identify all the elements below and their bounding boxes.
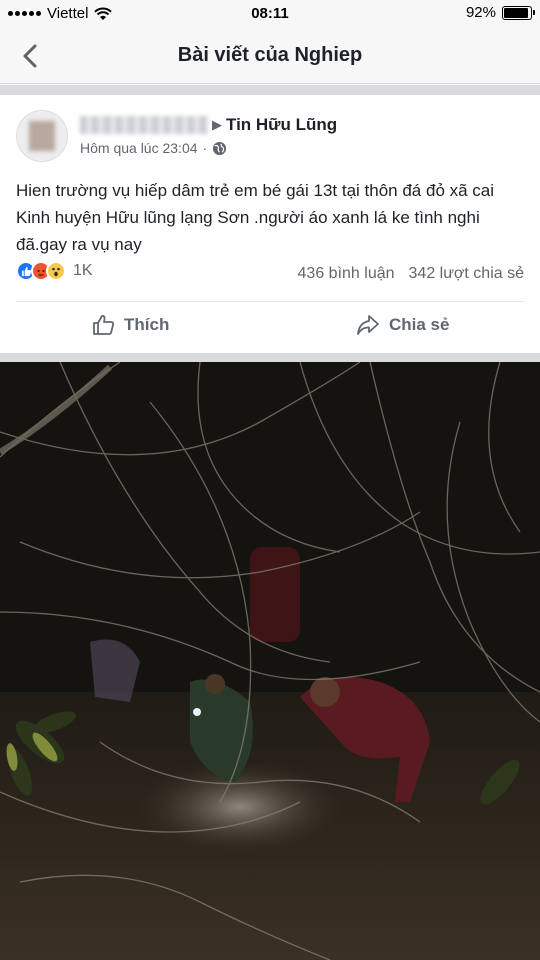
meta-separator: ·: [202, 140, 208, 156]
separator-band: [0, 353, 540, 362]
engagement-stats: 436 bình luận 342 lượt chia sẻ: [298, 265, 524, 283]
post-timestamp[interactable]: Hôm qua lúc 23:04: [80, 140, 198, 156]
wow-reaction-icon: [46, 261, 66, 281]
battery-level: [504, 7, 528, 18]
share-button-label: Chia sẻ: [389, 315, 450, 334]
globe-icon: [213, 141, 227, 155]
status-bar: Viettel 08:11 92%: [0, 0, 540, 28]
battery-percent: 92%: [465, 4, 496, 21]
post-photo[interactable]: [0, 362, 540, 960]
share-arrow-icon: [357, 315, 379, 335]
post-text: Hien trường vụ hiếp dâm trẻ em bé gái 13…: [16, 181, 495, 254]
blurred-author-name: [80, 116, 208, 134]
navigation-bar: Bài viết của Nghiep: [0, 28, 540, 84]
page-title: Bài viết của Nghiep: [177, 44, 363, 66]
like-button[interactable]: Thích: [92, 313, 169, 337]
battery-icon: [502, 5, 535, 20]
post-card: ▶ Tin Hữu Lũng Hôm qua lúc 23:04 · Hien …: [0, 95, 540, 353]
like-button-label: Thích: [124, 315, 170, 334]
share-button[interactable]: Chia sẻ: [355, 313, 449, 337]
divider: [16, 301, 524, 302]
night-scene-image: [0, 362, 540, 960]
post-meta: Hôm qua lúc 23:04 ·: [80, 140, 227, 156]
page-name-link[interactable]: Tin Hữu Lũng: [226, 115, 337, 135]
battery-status: 92%: [465, 4, 535, 21]
reaction-summary[interactable]: 1K: [16, 261, 93, 281]
shared-to-arrow-icon: ▶: [212, 117, 222, 132]
clock: 08:11: [251, 5, 289, 22]
reaction-count: 1K: [73, 262, 93, 279]
blurred-avatar-image: [29, 121, 55, 151]
separator-band: [0, 85, 540, 95]
thumbs-up-icon: [93, 315, 114, 335]
share-count-link[interactable]: 342 lượt chia sẻ: [409, 265, 524, 283]
post-header: ▶ Tin Hữu Lũng: [80, 115, 337, 135]
avatar[interactable]: [16, 110, 68, 162]
comment-count-link[interactable]: 436 bình luận: [298, 265, 395, 283]
